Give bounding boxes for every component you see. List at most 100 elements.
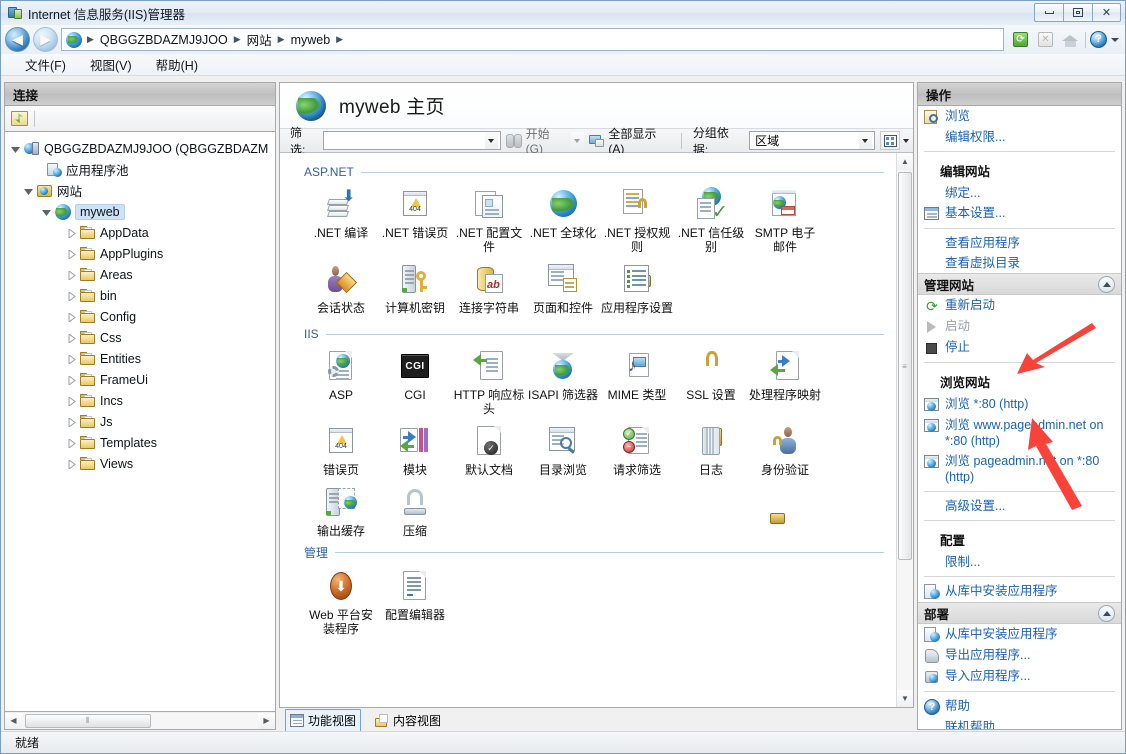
sidebar-item-sites[interactable]: 网站: [5, 180, 275, 201]
minimize-button[interactable]: [1034, 3, 1063, 22]
feature-item[interactable]: ASP: [304, 343, 378, 418]
feature-item[interactable]: MIME 类型: [600, 343, 674, 418]
feature-item[interactable]: ⬇.NET 编译: [304, 181, 378, 256]
action-item[interactable]: 从库中安装应用程序: [918, 581, 1121, 602]
expander-collapsed[interactable]: [67, 374, 78, 385]
scroll-track[interactable]: ≡: [897, 170, 914, 690]
feature-item[interactable]: 处理程序映射: [748, 343, 822, 418]
feature-item[interactable]: ISAPI 筛选器: [526, 343, 600, 418]
sidebar-item-myweb[interactable]: myweb: [5, 201, 275, 222]
expander-collapsed[interactable]: [67, 311, 78, 322]
stop-button[interactable]: ✕: [1035, 29, 1056, 50]
tree-item-folder[interactable]: Css: [5, 327, 275, 348]
action-item[interactable]: 启动: [918, 316, 1121, 337]
feature-item[interactable]: ✓默认文档: [452, 418, 526, 479]
action-item[interactable]: 绑定...: [918, 183, 1121, 203]
tree-horizontal-scrollbar[interactable]: ◀ ⦀ ▶: [4, 712, 276, 730]
breadcrumb-server[interactable]: QBGGZBDAZMJ9JOO: [99, 33, 229, 47]
tree-item-folder[interactable]: Templates: [5, 432, 275, 453]
feature-item[interactable]: 页面和控件: [526, 256, 600, 317]
tree-item-folder[interactable]: Views: [5, 453, 275, 474]
expander-expanded[interactable]: [42, 206, 53, 217]
feature-item[interactable]: SSL 设置: [674, 343, 748, 418]
feature-item[interactable]: .NET 全球化: [526, 181, 600, 256]
filter-dropdown-button[interactable]: [485, 132, 498, 149]
action-item[interactable]: ?帮助: [918, 696, 1121, 717]
menu-help[interactable]: 帮助(H): [146, 53, 208, 76]
scroll-up-button[interactable]: ▲: [897, 153, 914, 170]
tree-item-folder[interactable]: FrameUi: [5, 369, 275, 390]
feature-item[interactable]: 日志: [674, 418, 748, 479]
feature-item[interactable]: 压缩: [378, 479, 452, 540]
expander-collapsed[interactable]: [67, 353, 78, 364]
expander-collapsed[interactable]: [67, 248, 78, 259]
expander-collapsed[interactable]: [67, 269, 78, 280]
feature-item[interactable]: 目录浏览: [526, 418, 600, 479]
filter-go-dropdown[interactable]: [571, 132, 584, 149]
action-item[interactable]: 浏览 www.pageadmin.net on *:80 (http): [918, 415, 1121, 451]
expander-collapsed[interactable]: [67, 395, 78, 406]
connect-icon[interactable]: [11, 111, 28, 126]
expander-collapsed[interactable]: [67, 416, 78, 427]
sidebar-item-app-pools[interactable]: 应用程序池: [5, 159, 275, 180]
tree-item-folder[interactable]: AppData: [5, 222, 275, 243]
group-by-dropdown-button[interactable]: [859, 132, 872, 149]
feature-item[interactable]: SMTP 电子邮件: [748, 181, 822, 256]
feature-item[interactable]: 身份验证: [748, 418, 822, 479]
expander-collapsed[interactable]: [67, 437, 78, 448]
filter-input[interactable]: [323, 131, 501, 150]
view-options-dropdown[interactable]: [903, 139, 909, 143]
group-by-select[interactable]: 区域: [749, 131, 874, 150]
tree-item-folder[interactable]: Areas: [5, 264, 275, 285]
features-vertical-scrollbar[interactable]: ▲ ≡ ▼: [896, 153, 913, 707]
feature-item[interactable]: 404.NET 错误页: [378, 181, 452, 256]
scroll-right-button[interactable]: ▶: [258, 713, 275, 729]
expander-expanded[interactable]: [11, 143, 22, 154]
tree-item-folder[interactable]: bin: [5, 285, 275, 306]
scroll-thumb[interactable]: ⦀: [25, 714, 151, 728]
breadcrumb[interactable]: ▶ QBGGZBDAZMJ9JOO ▶ 网站 ▶ myweb ▶: [61, 28, 1004, 51]
expander-collapsed[interactable]: [67, 227, 78, 238]
chevron-up-icon[interactable]: [1098, 605, 1115, 622]
feature-item[interactable]: ✓−请求筛选: [600, 418, 674, 479]
feature-item[interactable]: ✓.NET 信任级别: [674, 181, 748, 256]
scroll-down-button[interactable]: ▼: [897, 690, 914, 707]
scroll-left-button[interactable]: ◀: [5, 713, 22, 729]
action-item[interactable]: 联机帮助: [918, 717, 1121, 730]
close-button[interactable]: ✕: [1092, 3, 1121, 22]
tree-item-server[interactable]: QBGGZBDAZMJ9JOO (QBGGZBDAZM: [5, 138, 275, 159]
actions-section-header[interactable]: 管理网站: [918, 273, 1121, 295]
filter-text-field[interactable]: [326, 134, 485, 148]
view-options-button[interactable]: [880, 131, 900, 150]
filter-go-button[interactable]: 开始(G): [501, 131, 571, 151]
action-item[interactable]: 浏览 *:80 (http): [918, 394, 1121, 415]
feature-item[interactable]: .NET 配置文件: [452, 181, 526, 256]
show-all-button[interactable]: 全部显示(A): [584, 131, 676, 151]
action-item[interactable]: ⟳重新启动: [918, 295, 1121, 316]
feature-item[interactable]: .NET 授权规则: [600, 181, 674, 256]
forward-button[interactable]: ▶: [33, 27, 58, 52]
scroll-thumb[interactable]: ≡: [898, 172, 912, 560]
tree-item-folder[interactable]: Entities: [5, 348, 275, 369]
expander-collapsed[interactable]: [67, 332, 78, 343]
feature-item[interactable]: 计算机密钥: [378, 256, 452, 317]
feature-item[interactable]: CGICGI: [378, 343, 452, 418]
action-item[interactable]: 编辑权限...: [918, 127, 1121, 147]
tree-item-folder[interactable]: Config: [5, 306, 275, 327]
feature-item[interactable]: 404错误页: [304, 418, 378, 479]
connections-tree[interactable]: QBGGZBDAZMJ9JOO (QBGGZBDAZM应用程序池网站mywebA…: [4, 132, 276, 712]
feature-item[interactable]: HTTP 响应标头: [452, 343, 526, 418]
tab-content-view[interactable]: 内容视图: [371, 710, 445, 731]
help-icon[interactable]: ?: [1090, 31, 1107, 48]
action-item[interactable]: 浏览 pageadmin.net on *:80 (http): [918, 451, 1121, 487]
expander-collapsed[interactable]: [67, 458, 78, 469]
action-item[interactable]: 限制...: [918, 552, 1121, 572]
action-item[interactable]: 查看虚拟目录: [918, 253, 1121, 273]
home-button[interactable]: [1060, 29, 1081, 50]
action-item[interactable]: 基本设置...: [918, 203, 1121, 224]
chevron-down-icon[interactable]: [1111, 38, 1119, 42]
chevron-up-icon[interactable]: [1098, 276, 1115, 293]
breadcrumb-sites[interactable]: 网站: [246, 30, 273, 49]
action-item[interactable]: 导入应用程序...: [918, 666, 1121, 687]
expander-collapsed[interactable]: [67, 290, 78, 301]
